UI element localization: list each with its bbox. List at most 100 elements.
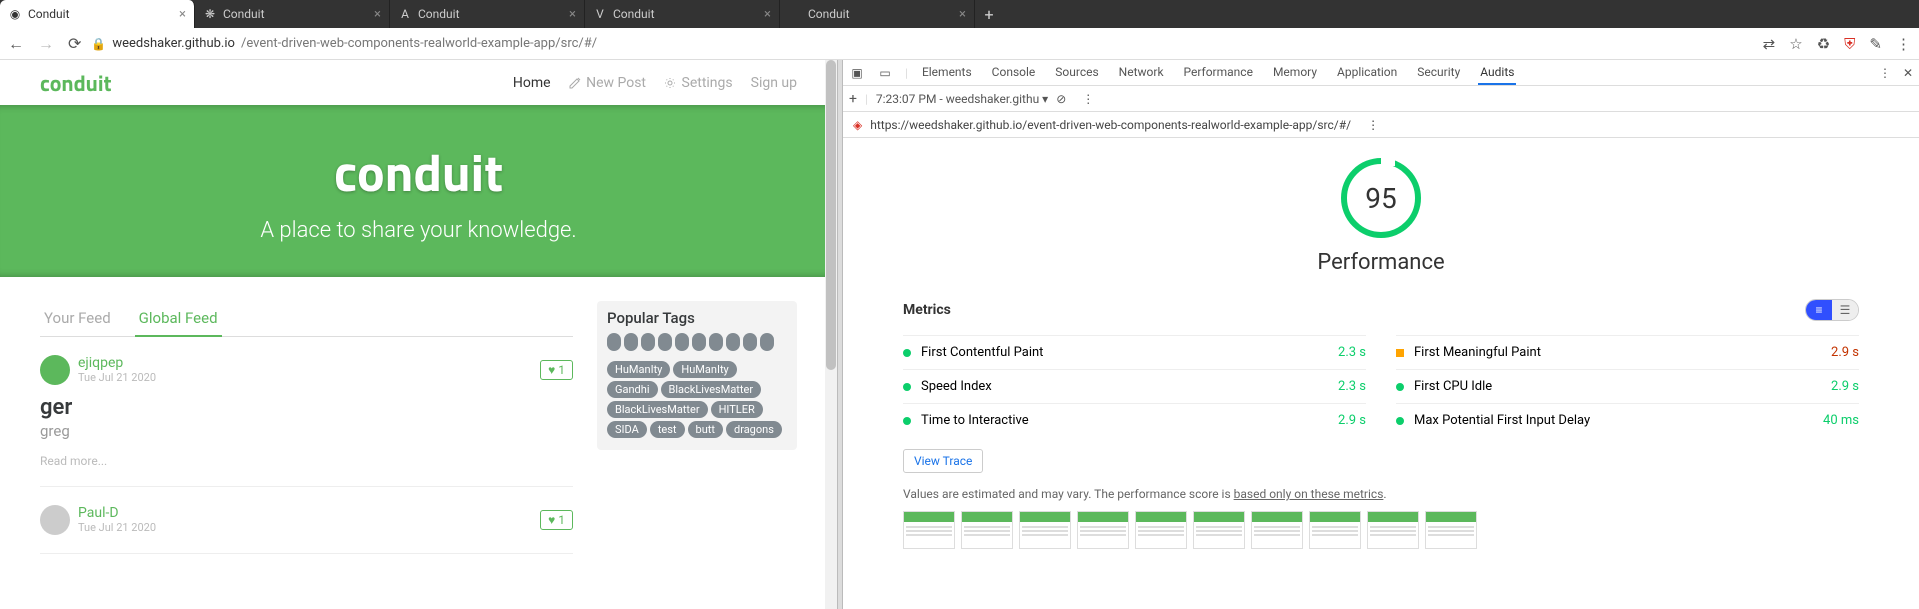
tab-global-feed[interactable]: Global Feed (135, 301, 222, 337)
ext-icon-3[interactable]: ✎ (1869, 35, 1882, 53)
tag-pill[interactable]: test (650, 421, 685, 438)
devtools-panel-tab[interactable]: Performance (1182, 61, 1255, 84)
close-tab-icon[interactable]: × (959, 7, 966, 22)
close-tab-icon[interactable]: × (764, 7, 771, 22)
audit-url-menu-icon[interactable]: ⋮ (1367, 118, 1379, 132)
tag-pill[interactable]: Gandhi (607, 381, 658, 398)
tab-title: Conduit (418, 7, 460, 21)
tag-pill[interactable]: HuManIty (673, 361, 736, 378)
article-preview: ejiqpep Tue Jul 21 2020 ♥ 1 ger greg Rea… (40, 337, 573, 487)
devtools-panel-tab[interactable]: Application (1335, 61, 1399, 84)
toggle-expanded-icon[interactable]: ☰ (1832, 300, 1858, 320)
back-button[interactable]: ← (8, 34, 24, 54)
tag-pill[interactable] (743, 333, 757, 351)
metric-name: Speed Index (921, 379, 992, 394)
filmstrip-frame[interactable] (1367, 511, 1419, 549)
metrics-view-toggle[interactable]: ≡ ☰ (1805, 299, 1859, 321)
nav-home[interactable]: Home (513, 75, 551, 91)
address-bar[interactable]: 🔒 weedshaker.github.io/event-driven-web-… (91, 36, 1752, 51)
filmstrip-frame[interactable] (1309, 511, 1361, 549)
tag-pill[interactable] (624, 333, 638, 351)
browser-tab[interactable]: ❋Conduit× (195, 0, 390, 28)
favorite-button[interactable]: ♥ 1 (540, 360, 573, 380)
reload-button[interactable]: ⟳ (68, 34, 81, 54)
new-audit-button[interactable]: + (849, 91, 857, 107)
inspect-icon[interactable]: ▣ (849, 66, 865, 80)
tag-pill[interactable]: HuManIty (607, 361, 670, 378)
filmstrip-frame[interactable] (1135, 511, 1187, 549)
devtools-panel-tab[interactable]: Audits (1478, 61, 1516, 85)
status-indicator-icon (903, 417, 911, 425)
article-title[interactable]: ger (40, 395, 573, 420)
translate-icon[interactable]: ⇄ (1763, 35, 1776, 53)
tag-pill[interactable]: butt (688, 421, 723, 438)
tab-your-feed[interactable]: Your Feed (40, 301, 115, 336)
nav-signup[interactable]: Sign up (751, 75, 797, 91)
tag-pill[interactable]: SIDA (607, 421, 647, 438)
browser-tab[interactable]: VConduit× (585, 0, 780, 28)
menu-icon[interactable]: ⋮ (1896, 35, 1911, 53)
forward-button[interactable]: → (38, 34, 54, 54)
toggle-compact-icon[interactable]: ≡ (1806, 300, 1832, 320)
new-tab-button[interactable]: + (975, 0, 1003, 28)
tag-pill[interactable] (760, 333, 774, 351)
nav-settings[interactable]: Settings (664, 75, 733, 91)
bookmark-icon[interactable]: ☆ (1789, 35, 1802, 53)
devtools-more-icon[interactable]: ⋮ (1879, 66, 1891, 80)
filmstrip-frame[interactable] (961, 511, 1013, 549)
read-more-link[interactable]: Read more... (40, 454, 573, 468)
avatar[interactable] (40, 505, 70, 535)
tag-pill[interactable]: dragons (726, 421, 782, 438)
nav-new-post[interactable]: New Post (569, 75, 646, 91)
browser-tab[interactable]: ◉Conduit× (0, 0, 195, 28)
filmstrip-frame[interactable] (1193, 511, 1245, 549)
audits-menu-icon[interactable]: ⋮ (1082, 92, 1094, 106)
devtools-close-icon[interactable]: ✕ (1903, 66, 1913, 80)
devtools-panel-tab[interactable]: Memory (1271, 61, 1319, 84)
lighthouse-icon: ◈ (853, 118, 862, 132)
filmstrip-frame[interactable] (903, 511, 955, 549)
tag-pill[interactable] (675, 333, 689, 351)
favorite-button[interactable]: ♥ 1 (540, 510, 573, 530)
filmstrip-frame[interactable] (1077, 511, 1129, 549)
performance-score: 95 (1341, 158, 1421, 238)
devtools-panel-tab[interactable]: Sources (1053, 61, 1100, 84)
metric-value: 2.9 s (1831, 345, 1859, 360)
heart-icon: ♥ (548, 363, 555, 377)
devtools-panel-tab[interactable]: Network (1117, 61, 1166, 84)
metric-name: Time to Interactive (921, 413, 1029, 428)
devtools-panel-tab[interactable]: Elements (920, 61, 974, 84)
device-icon[interactable]: ▭ (877, 66, 893, 80)
filmstrip-frame[interactable] (1251, 511, 1303, 549)
tag-pill[interactable] (709, 333, 723, 351)
page-scrollbar[interactable] (825, 60, 837, 609)
author-link[interactable]: ejiqpep (78, 356, 156, 371)
brand-logo[interactable]: conduit (40, 66, 112, 100)
close-tab-icon[interactable]: × (569, 7, 576, 22)
close-tab-icon[interactable]: × (179, 7, 186, 22)
tag-pill[interactable] (607, 333, 621, 351)
clear-icon[interactable]: ⊘ (1056, 92, 1066, 106)
devtools-panel-tab[interactable]: Console (990, 61, 1038, 84)
filmstrip-frame[interactable] (1019, 511, 1071, 549)
filmstrip-frame[interactable] (1425, 511, 1477, 549)
tag-pill[interactable]: HITLER (711, 401, 763, 418)
close-tab-icon[interactable]: × (374, 7, 381, 22)
tag-pill[interactable] (658, 333, 672, 351)
tag-pill[interactable] (641, 333, 655, 351)
ext-icon-1[interactable]: ♻ (1817, 35, 1830, 53)
browser-tab[interactable]: Conduit× (780, 0, 975, 28)
tag-pill[interactable] (692, 333, 706, 351)
author-link[interactable]: Paul-D (78, 506, 156, 521)
avatar[interactable] (40, 355, 70, 385)
disclaimer-link[interactable]: based only on these metrics (1234, 487, 1384, 501)
tag-pill[interactable]: BlackLivesMatter (607, 401, 708, 418)
ext-icon-2[interactable]: ⛨ (1844, 35, 1855, 53)
tag-pill[interactable] (726, 333, 740, 351)
tag-pill[interactable]: BlackLivesMatter (661, 381, 762, 398)
devtools-panel-tab[interactable]: Security (1415, 61, 1462, 84)
browser-tab[interactable]: AConduit× (390, 0, 585, 28)
popular-tags-card: Popular Tags HuManItyHuManItyGandhiBlack… (597, 301, 797, 450)
view-trace-button[interactable]: View Trace (903, 449, 983, 473)
audit-select[interactable]: 7:23:07 PM - weedshaker.githu ▾ (876, 92, 1048, 106)
